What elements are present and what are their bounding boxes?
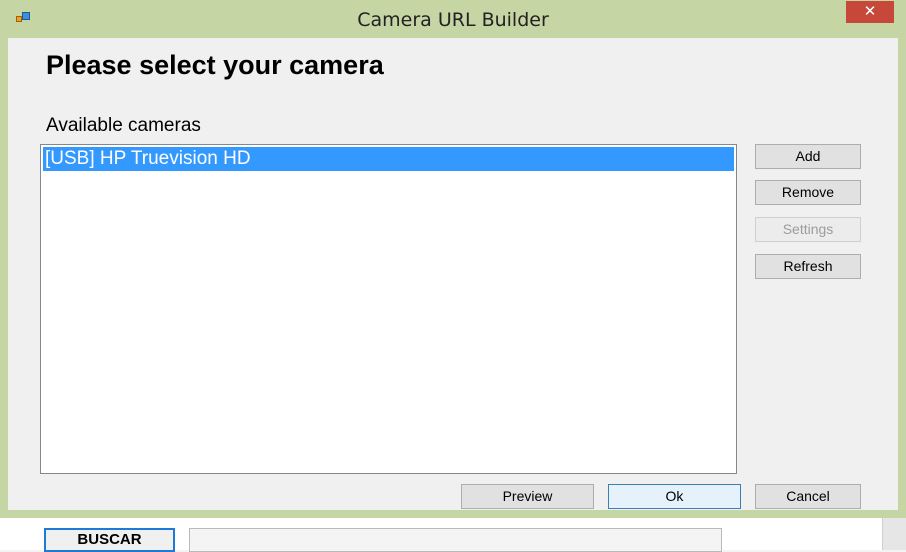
camera-url-builder-window: Camera URL Builder ✕ Please select your … — [0, 0, 906, 518]
page-title: Please select your camera — [46, 50, 384, 80]
preview-button[interactable]: Preview — [461, 484, 594, 509]
refresh-button[interactable]: Refresh — [755, 254, 861, 279]
remove-button[interactable]: Remove — [755, 180, 861, 205]
cancel-button[interactable]: Cancel — [755, 484, 861, 509]
ok-button[interactable]: Ok — [608, 484, 741, 509]
buscar-button[interactable]: BUSCAR — [44, 528, 175, 552]
close-button[interactable]: ✕ — [846, 1, 894, 23]
title-bar[interactable]: Camera URL Builder ✕ — [0, 0, 906, 38]
camera-listbox[interactable]: [USB] HP Truevision HD — [40, 144, 737, 474]
available-cameras-label: Available cameras — [46, 115, 201, 136]
search-input[interactable] — [189, 528, 722, 552]
scrollbar[interactable] — [882, 518, 906, 550]
close-icon: ✕ — [863, 2, 877, 20]
list-item[interactable]: [USB] HP Truevision HD — [43, 147, 734, 171]
settings-button[interactable]: Settings — [755, 217, 861, 242]
add-button[interactable]: Add — [755, 144, 861, 169]
window-title: Camera URL Builder — [357, 9, 549, 31]
